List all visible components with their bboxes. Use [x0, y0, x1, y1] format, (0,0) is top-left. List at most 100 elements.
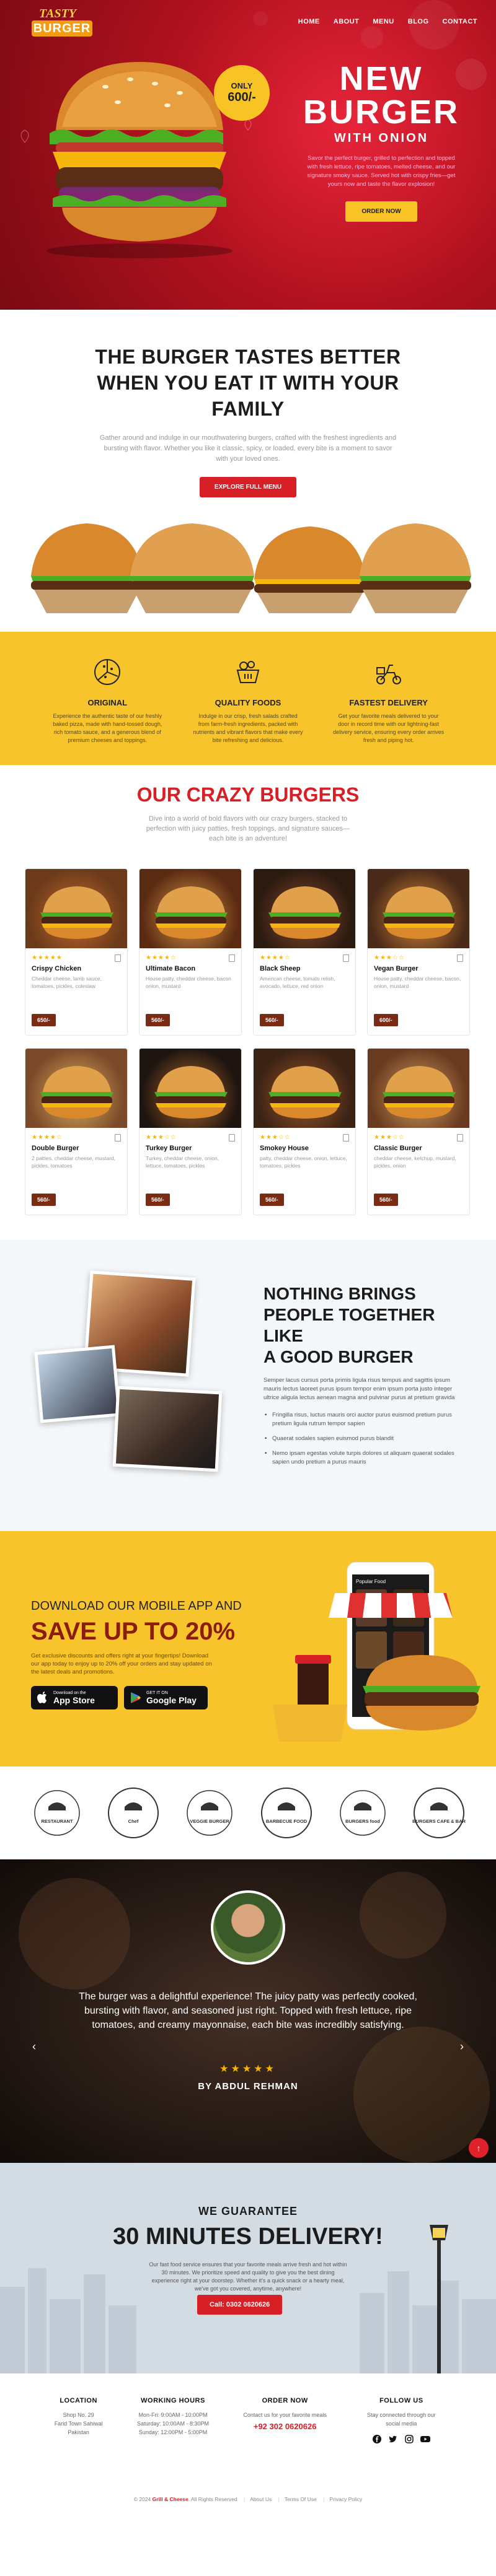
bullet-item: Fringilla risus, luctus mauris orci auct… [264, 1411, 456, 1428]
burger-name: Crispy Chicken [32, 965, 82, 972]
burger-description: American cheese, tomato relish, avocado,… [260, 976, 335, 989]
footer-line: Pakistan [68, 2429, 89, 2435]
bookmark-icon[interactable] [457, 1134, 463, 1142]
burger-illustration [40, 1066, 113, 1119]
guarantee-label: WE GUARANTEE [198, 2205, 298, 2217]
burger-card[interactable]: ★★★☆☆ Turkey Burger Turkey, cheddar chee… [139, 1048, 242, 1215]
bookmark-icon[interactable] [343, 954, 349, 962]
burger-card[interactable]: ★★★★☆ Black Sheep American cheese, tomat… [253, 868, 356, 1036]
footer-link-about[interactable]: About Us [250, 2496, 272, 2502]
burgers-cafe-bar-logo-icon: BURGERS CAFE & BAR [412, 1786, 466, 1840]
explore-menu-button[interactable]: EXPLORE FULL MENU [199, 477, 297, 497]
facebook-icon[interactable] [372, 2434, 382, 2444]
testimonial-section: ‹ › The burger was a delightful experien… [0, 1859, 496, 2163]
footer-phone-link[interactable]: +92 302 0620626 [243, 2422, 327, 2431]
rating-stars: ★★★☆☆ [374, 954, 405, 961]
burger-name: Classic Burger [374, 1145, 422, 1152]
instagram-icon[interactable] [404, 2434, 414, 2444]
call-button[interactable]: Call: 0302 0620626 [197, 2295, 283, 2315]
features-section: ORIGINAL Experience the authentic taste … [0, 632, 496, 765]
crazy-title: OUR CRAZY BURGERS [136, 784, 360, 806]
burgers-food-logo-icon: BURGERS food [335, 1786, 390, 1840]
order-now-button[interactable]: ORDER NOW [345, 201, 417, 222]
feature-title: ORIGINAL [87, 698, 128, 707]
bookmark-icon[interactable] [343, 1134, 349, 1142]
footer-location: LOCATION Shop No. 29 Farid Town Sahiwal Pa… [55, 2397, 103, 2444]
hero-section: TASTY BURGER HOME ABOUT MENU BLOG CONTAC… [0, 0, 496, 310]
testimonial-author: BY ABDUL REHMAN [198, 2081, 298, 2092]
burger-card[interactable]: ★★★★☆ Double Burger 2 patties, cheddar c… [25, 1048, 128, 1215]
footer-heading: LOCATION [60, 2397, 97, 2404]
burger-illustration [383, 1066, 456, 1119]
food-basket-icon [236, 661, 260, 683]
burger-illustration [154, 886, 228, 939]
burger-name: Vegan Burger [374, 965, 418, 972]
app-promo-line1: DOWNLOAD OUR MOBILE APP AND [31, 1599, 242, 1613]
bookmark-icon[interactable] [229, 954, 235, 962]
footer-line: Stay connected through our social media [367, 2412, 436, 2427]
feature-quality: QUALITY FOODS Indulge in our crisp, fres… [192, 657, 304, 765]
footer-line: Sunday: 12:00PM - 5:00PM [138, 2429, 208, 2435]
burger-price[interactable]: 560/- [32, 1194, 56, 1206]
burger-price[interactable]: 650/- [32, 1014, 56, 1026]
bookmark-icon[interactable] [115, 954, 121, 962]
family-section: THE BURGER TASTES BETTER WHEN YOU EAT IT… [0, 310, 496, 632]
burger-card[interactable]: ★★★☆☆ Classic Burger cheddar cheese, ket… [367, 1048, 470, 1215]
google-play-small-text: GET IT ON [146, 1690, 168, 1695]
scroll-to-top-button[interactable]: ↑ [469, 2138, 489, 2158]
app-store-button[interactable]: Download on the App Store [31, 1686, 118, 1709]
feature-title: QUALITY FOODS [215, 698, 281, 707]
bookmark-icon[interactable] [229, 1134, 235, 1142]
footer-link-terms[interactable]: Terms Of Use [285, 2496, 317, 2502]
burger-price[interactable]: 560/- [260, 1194, 284, 1206]
burger-card[interactable]: ★★★★☆ Ultimate Bacon House patty, chedda… [139, 868, 242, 1036]
burger-price[interactable]: 600/- [374, 1014, 398, 1026]
youtube-icon[interactable] [420, 2434, 431, 2444]
burger-illustration [383, 886, 456, 939]
burger-image [25, 1049, 127, 1128]
partner-logos: RESTAURANT Chef VEGGIE BURGER BARBECUE F… [0, 1766, 496, 1859]
photo-couple [34, 1345, 121, 1423]
burger-card[interactable]: ★★★☆☆ Vegan Burger House patty, cheddar … [367, 868, 470, 1036]
nav-item-contact[interactable]: CONTACT [443, 18, 477, 25]
copyright-suffix: . All Rights Reserved [188, 2496, 237, 2502]
nav-item-menu[interactable]: MENU [373, 18, 394, 25]
burger-price[interactable]: 560/- [146, 1194, 170, 1206]
google-play-button[interactable]: GET IT ON Google Play [124, 1686, 208, 1709]
burger-image [368, 869, 469, 948]
burger-name: Black Sheep [260, 965, 301, 972]
nav-item-home[interactable]: HOME [298, 18, 320, 25]
bookmark-icon[interactable] [115, 1134, 121, 1142]
burger-image [254, 1049, 355, 1128]
burger-card[interactable]: ★★★☆☆ Smokey House patty, cheddar cheese… [253, 1048, 356, 1215]
burger-price[interactable]: 560/- [374, 1194, 398, 1206]
prev-arrow-icon[interactable]: ‹ [32, 2040, 36, 2053]
together-title-line2: PEOPLE TOGETHER LIKE [264, 1305, 435, 1345]
burger-card[interactable]: ★★★★★ Crispy Chicken Cheddar cheese, lam… [25, 868, 128, 1036]
nav-item-blog[interactable]: BLOG [408, 18, 429, 25]
app-store-small-text: Download on the [53, 1690, 86, 1695]
logo-text: RESTAURANT [41, 1818, 73, 1824]
app-promo-section: DOWNLOAD OUR MOBILE APP AND SAVE UP TO 2… [0, 1531, 496, 1766]
copyright-bar: © 2024 Grill & Cheese. All Rights Reserv… [133, 2496, 363, 2502]
burger-price[interactable]: 560/- [260, 1014, 284, 1026]
rating-stars: ★★★☆☆ [146, 1134, 177, 1141]
chef-restaurant-logo-icon: RESTAURANT [30, 1786, 84, 1840]
brand-logo[interactable]: TASTY BURGER [28, 4, 96, 39]
testimonial-quote: The burger was a delightful experience! … [79, 1991, 417, 2030]
burger-image [254, 869, 355, 948]
badge-price: 600/- [228, 90, 256, 104]
footer-heading: WORKING HOURS [141, 2397, 205, 2404]
footer-link-privacy[interactable]: Privacy Policy [329, 2496, 362, 2502]
bookmark-icon[interactable] [457, 954, 463, 962]
together-title-line1: NOTHING BRINGS [264, 1284, 416, 1303]
apple-icon [37, 1692, 46, 1703]
nav-item-about[interactable]: ABOUT [334, 18, 360, 25]
burger-price[interactable]: 560/- [146, 1014, 170, 1026]
hero-description: Savor the perfect burger, grilled to per… [307, 155, 456, 188]
footer-order: ORDER NOW Contact us for your favorite m… [243, 2397, 327, 2444]
next-arrow-icon[interactable]: › [460, 2040, 464, 2053]
rating-stars: ★★★★★ [32, 954, 63, 961]
twitter-icon[interactable] [388, 2434, 398, 2444]
rating-stars: ★★★☆☆ [260, 1134, 291, 1141]
